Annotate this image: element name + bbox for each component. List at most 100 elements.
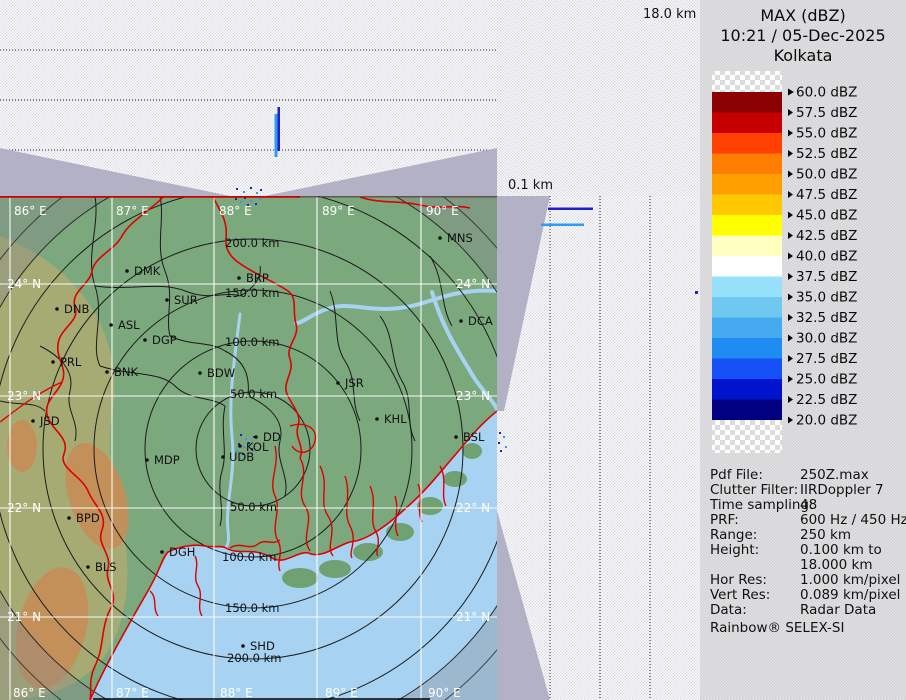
lon-label: 88° E [219,204,252,218]
radar-application-window: 18.0 km 0.1 km [0,0,906,700]
product-title: MAX (dBZ) [700,6,906,25]
scale-transparent-top [712,71,782,92]
scale-label: 42.5 dBZ [796,228,857,244]
radar-map-panel: DMK DNB SUR ASL DGP PRL BNK BDW BRP MNS … [0,196,497,700]
lat-label: 23° N [7,389,41,403]
city-label: DMK [134,264,161,278]
city-label: MDP [154,453,180,467]
city-label: BPD [76,511,100,525]
height-axis-min-label: 0.1 km [508,178,553,193]
ring-label: 100.0 km [225,335,279,349]
meta-value: Radar Data [800,603,876,618]
city-label: JSD [39,414,60,428]
lon-label: 90° E [426,204,459,218]
meta-key: Clutter Filter: [710,483,800,498]
city-label: ASL [118,318,140,332]
scale-swatch [712,133,782,154]
meta-key: Height: [710,543,800,558]
meta-key: Vert Res: [710,588,800,603]
scale-swatch [712,154,782,175]
ring-label: 50.0 km [230,387,277,401]
meta-row: 18.000 km [710,558,902,573]
scale-label: 32.5 dBZ [796,310,857,326]
city-label: BDW [207,366,235,380]
meta-key: Time sampling: [710,498,800,513]
scale-swatch [712,359,782,380]
scale-label: 30.0 dBZ [796,331,857,347]
dbz-color-scale: 60.0 dBZ 57.5 dBZ 55.0 dBZ 52.5 dBZ 50.0… [700,60,906,460]
meta-value: 0.100 km to [800,543,882,558]
meta-row: PRF:600 Hz / 450 Hz [710,513,902,528]
lon-label: 88° E [220,686,253,700]
lat-label: 22° N [7,501,41,515]
city-label: BSL [463,430,485,444]
scale-label: 27.5 dBZ [796,351,857,367]
scale-label: 22.5 dBZ [796,392,857,408]
meta-value: 600 Hz / 450 Hz [800,513,906,528]
lon-label: 86° E [14,204,47,218]
scale-label: 50.0 dBZ [796,167,857,183]
lon-label: 86° E [13,686,46,700]
scale-swatch [712,92,782,113]
scale-label: 35.0 dBZ [796,290,857,306]
scale-tick-labels: 60.0 dBZ 57.5 dBZ 55.0 dBZ 52.5 dBZ 50.0… [788,85,857,429]
legend-panel: MAX (dBZ) 10:21 / 05-Dec-2025 Kolkata [700,0,906,700]
scale-label: 52.5 dBZ [796,146,857,162]
scale-swatch [712,113,782,134]
timestamp: 10:21 / 05-Dec-2025 [700,26,906,45]
city-label: DGH [169,545,195,559]
lat-label: 23° N [456,389,490,403]
scale-swatch [712,256,782,277]
scale-swatch [712,297,782,318]
lat-label: 21° N [7,610,41,624]
lon-label: 87° E [116,686,149,700]
meta-key: Hor Res: [710,573,800,588]
scale-swatch [712,379,782,400]
scale-label: 25.0 dBZ [796,372,857,388]
scale-label: 37.5 dBZ [796,269,857,285]
city-label: JSR [344,376,364,390]
scale-label: 45.0 dBZ [796,208,857,224]
meta-value: 48 [800,498,817,513]
city-label: DCA [468,314,493,328]
lat-label: 21° N [456,610,490,624]
lon-label: 89° E [322,204,355,218]
meta-row: Data:Radar Data [710,603,902,618]
ring-label: 150.0 km [225,286,279,300]
meta-value: 250 km [800,528,851,543]
top-cross-section-panel [0,0,497,196]
city-label: BNK [114,365,138,379]
height-axis-max-label: 18.0 km [643,7,696,22]
lat-label: 22° N [456,501,490,515]
meta-value: 250Z.max [800,468,869,483]
meta-key: Range: [710,528,800,543]
city-label: PRL [60,355,82,369]
city-label: DNB [64,302,89,316]
lat-label: 24° N [7,277,41,291]
meta-row: Hor Res:1.000 km/pixel [710,573,902,588]
ring-label: 100.0 km [222,550,276,564]
ring-label: 150.0 km [225,601,279,615]
city-label: KHL [384,412,407,426]
meta-value: 18.000 km [800,558,873,573]
scale-swatch [712,338,782,359]
lon-label: 90° E [428,686,461,700]
scale-swatch [712,215,782,236]
meta-value: IIRDoppler 7 [800,483,884,498]
scale-label: 20.0 dBZ [796,413,857,429]
meta-key: Pdf File: [710,468,800,483]
meta-row: Time sampling:48 [710,498,902,513]
city-label: BLS [95,560,117,574]
scale-label: 47.5 dBZ [796,187,857,203]
scale-swatch [712,195,782,216]
scale-swatch [712,400,782,421]
scale-label: 57.5 dBZ [796,105,857,121]
scale-label: 40.0 dBZ [796,249,857,265]
ring-label: 200.0 km [227,651,281,665]
ring-label: 200.0 km [225,236,279,250]
city-label: DGP [152,333,177,347]
city-label: MNS [447,231,473,245]
software-attribution: Rainbow® SELEX-SI [710,620,844,636]
city-label: SUR [174,293,198,307]
lon-label: 89° E [325,686,358,700]
